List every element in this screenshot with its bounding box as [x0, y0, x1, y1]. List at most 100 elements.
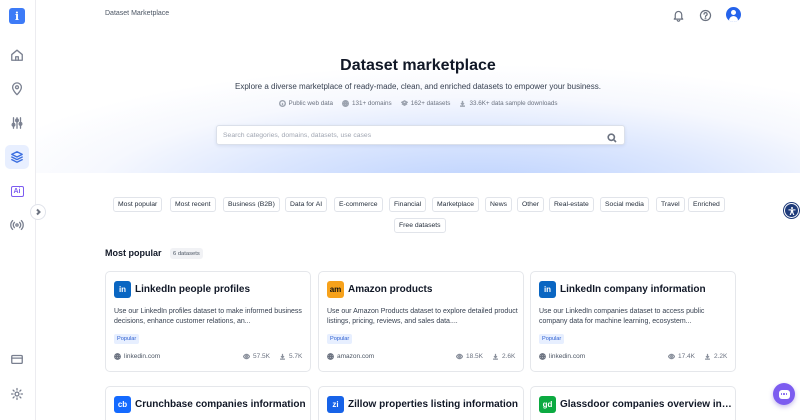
breadcrumb[interactable]: Dataset Marketplace — [105, 10, 169, 17]
user-avatar-icon[interactable] — [726, 7, 741, 22]
dataset-card-linkedin-company[interactable]: in LinkedIn company information Use our … — [530, 271, 736, 372]
domain-text: linkedin.com — [549, 353, 586, 360]
eye-icon — [456, 353, 463, 360]
app-root: i Ai Dataset Marketplace Dataset marketp… — [0, 0, 800, 420]
eye-icon — [668, 353, 675, 360]
domain-text: linkedin.com — [124, 353, 161, 360]
card-downloads: 2.6K — [492, 353, 515, 360]
glassdoor-logo-icon: gd — [539, 396, 556, 413]
downloads-count: 5.7K — [289, 353, 303, 360]
card-title: LinkedIn people profiles — [135, 284, 251, 295]
location-pin-icon[interactable] — [5, 77, 29, 101]
domain-text: amazon.com — [337, 353, 375, 360]
filter-e-commerce[interactable]: E-commerce — [334, 197, 383, 212]
accessibility-button[interactable] — [784, 203, 799, 218]
card-views: 17.4K — [668, 353, 695, 360]
dataset-card-zillow[interactable]: zi Zillow properties listing information — [318, 386, 524, 420]
page-title: Dataset marketplace — [340, 57, 496, 74]
linkedin-logo-icon: in — [114, 281, 131, 298]
dataset-card-linkedin-people[interactable]: in LinkedIn people profiles Use our Link… — [105, 271, 311, 372]
filter-news[interactable]: News — [485, 197, 512, 212]
filter-marketplace[interactable]: Marketplace — [432, 197, 480, 212]
dataset-card-amazon-products[interactable]: am Amazon products Use our Amazon Produc… — [318, 271, 524, 372]
globe-icon — [327, 353, 334, 360]
filter-most-recent[interactable]: Most recent — [170, 197, 216, 212]
avatar-body — [729, 16, 738, 22]
brand-logo[interactable]: i — [9, 8, 25, 24]
filter-real-estate[interactable]: Real-estate — [549, 197, 594, 212]
crunchbase-logo-icon: cb — [114, 396, 131, 413]
card-downloads: 5.7K — [279, 353, 302, 360]
popular-badge: Popular — [114, 334, 140, 344]
stats-bar: Public web data 131+ domains 162+ datase… — [36, 100, 800, 107]
sliders-icon[interactable] — [5, 111, 29, 135]
card-title: Glassdoor companies overview information — [560, 399, 732, 410]
card-domain: linkedin.com — [539, 353, 585, 360]
card-title: Zillow properties listing information — [348, 399, 519, 410]
filter-enriched[interactable]: Enriched — [688, 197, 725, 212]
section-title: Most popular — [105, 248, 162, 258]
card-views: 18.5K — [456, 353, 483, 360]
search-box — [216, 125, 625, 145]
dataset-card-crunchbase[interactable]: cb Crunchbase companies information — [105, 386, 311, 420]
sidebar-expand-button[interactable] — [30, 204, 46, 220]
filter-business-b2b[interactable]: Business (B2B) — [223, 197, 280, 212]
home-icon[interactable] — [5, 43, 29, 67]
stat-text: 162+ datasets — [410, 100, 451, 107]
dataset-card-glassdoor[interactable]: gd Glassdoor companies overview informat… — [530, 386, 736, 420]
views-count: 17.4K — [678, 353, 695, 360]
card-description: Use our Amazon Products dataset to explo… — [327, 308, 518, 325]
section-count-badge: 6 datasets — [170, 248, 203, 259]
radar-icon[interactable] — [5, 213, 29, 237]
amazon-logo-icon: am — [327, 281, 344, 298]
stat-text: Public web data — [288, 100, 333, 107]
chevron-right-icon — [36, 208, 41, 216]
globe-icon — [341, 100, 349, 107]
card-title: Crunchbase companies information — [135, 399, 306, 410]
filter-social-media[interactable]: Social media — [600, 197, 649, 212]
views-count: 57.5K — [253, 353, 270, 360]
stat-datasets: 162+ datasets — [400, 100, 451, 107]
chat-support-button[interactable] — [773, 383, 795, 405]
settings-gear-icon[interactable] — [5, 382, 29, 406]
filter-travel[interactable]: Travel — [656, 197, 685, 212]
stat-downloads: 33.6K+ data sample downloads — [459, 100, 558, 107]
downloads-count: 2.2K — [714, 353, 728, 360]
info-icon — [278, 100, 286, 107]
stat-public-web-data: Public web data — [278, 100, 333, 107]
card-title: LinkedIn company information — [560, 284, 706, 295]
card-downloads: 2.2K — [704, 353, 727, 360]
stat-text: 33.6K+ data sample downloads — [469, 100, 558, 107]
bell-icon[interactable] — [671, 8, 685, 22]
download-icon — [493, 353, 498, 360]
page-subtitle: Explore a diverse marketplace of ready-m… — [235, 82, 601, 91]
accessibility-icon — [788, 206, 795, 215]
card-description: Use our LinkedIn profiles dataset to mak… — [114, 308, 302, 325]
layers-icon — [400, 100, 408, 106]
filter-most-popular[interactable]: Most popular — [113, 197, 163, 212]
popular-badge: Popular — [539, 334, 565, 344]
zillow-logo-icon: zi — [327, 396, 344, 413]
datasets-layers-icon[interactable] — [5, 145, 29, 169]
stat-domains: 131+ domains — [341, 100, 392, 107]
search-input[interactable] — [223, 126, 603, 144]
card-domain: linkedin.com — [114, 353, 160, 360]
filter-other[interactable]: Other — [517, 197, 544, 212]
billing-card-icon[interactable] — [5, 347, 29, 371]
ai-icon[interactable]: Ai — [5, 179, 29, 203]
downloads-count: 2.6K — [502, 353, 516, 360]
hero-banner: Dataset marketplace Explore a diverse ma… — [36, 30, 800, 173]
download-icon — [280, 353, 285, 360]
chat-bubble-icon — [778, 389, 790, 399]
top-header: Dataset Marketplace — [36, 0, 800, 30]
card-domain: amazon.com — [327, 353, 374, 360]
download-icon — [705, 353, 710, 360]
search-icon[interactable] — [607, 130, 617, 143]
filter-financial[interactable]: Financial — [389, 197, 427, 212]
filter-data-for-ai[interactable]: Data for AI — [285, 197, 328, 212]
help-icon[interactable] — [698, 8, 712, 22]
eye-icon — [243, 353, 250, 360]
stat-text: 131+ domains — [351, 100, 392, 107]
globe-icon — [539, 353, 546, 360]
filter-free-datasets[interactable]: Free datasets — [394, 218, 446, 233]
